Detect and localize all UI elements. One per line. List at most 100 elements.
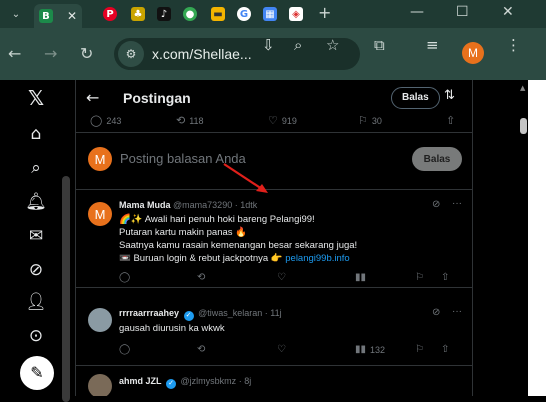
heart-icon[interactable]: ♡ bbox=[277, 344, 286, 355]
menu-icon[interactable]: ⋮ bbox=[506, 36, 521, 54]
tab-tiktok[interactable]: ♪ bbox=[152, 4, 176, 24]
window-edge bbox=[528, 80, 546, 396]
author-name[interactable]: rrrraarrraahey bbox=[119, 308, 179, 318]
reply-icon[interactable]: ◯ bbox=[119, 344, 130, 355]
profile-avatar[interactable]: M bbox=[462, 42, 484, 64]
share-icon[interactable]: ⇧ bbox=[441, 272, 449, 283]
reply-composer: M Posting balasan Anda Balas bbox=[76, 132, 472, 190]
new-tab-icon[interactable]: + bbox=[318, 3, 331, 22]
tab-gallery[interactable]: ◈ bbox=[284, 4, 308, 24]
grok-icon[interactable]: ⊘ bbox=[432, 307, 440, 318]
messages-icon[interactable]: ✉ bbox=[26, 226, 46, 246]
more-options-icon[interactable]: ··· bbox=[452, 306, 462, 317]
tab-pinterest[interactable]: P bbox=[98, 4, 122, 24]
blogger-icon: B bbox=[38, 9, 53, 23]
like-count[interactable]: ♡ 919 bbox=[268, 114, 297, 127]
close-window-icon[interactable]: ✕ bbox=[502, 4, 514, 20]
reply-post[interactable]: rrrraarrraahey ✓ @tiwas_kelaran · 11j ⊘ … bbox=[76, 298, 472, 366]
reply-input[interactable]: Posting balasan Anda bbox=[120, 151, 246, 166]
app-icon: ♣ bbox=[131, 7, 145, 21]
reply-post[interactable]: ahmd JZL ✓ @jzlmysbkmz · 8j bbox=[76, 366, 472, 396]
media-icon[interactable]: ≡ bbox=[426, 36, 439, 54]
author-handle[interactable]: @jzlmysbkmz bbox=[181, 376, 237, 386]
reply-icon[interactable]: ◯ bbox=[119, 272, 130, 283]
tab-app[interactable]: ♣ bbox=[126, 4, 150, 24]
search-icon[interactable]: ⌕ bbox=[26, 158, 46, 178]
site-settings-icon[interactable]: ⚙ bbox=[118, 41, 144, 67]
post-link[interactable]: pelangi99b.info bbox=[285, 253, 349, 264]
right-pane bbox=[474, 80, 518, 396]
post-actions: ◯ ⟲ ♡ ▮▮ ⚐ ⇧ bbox=[119, 272, 459, 286]
repost-icon[interactable]: ⟲ bbox=[197, 344, 205, 355]
minimize-icon[interactable]: — bbox=[410, 4, 424, 20]
tab-calendar[interactable]: ▦ bbox=[258, 4, 282, 24]
post-text-line: 🌈✨ Awali hari penuh hoki bareng Pelangi9… bbox=[119, 214, 315, 225]
post-actions: ◯ ⟲ ♡ ▮▮ 132 ⚐ ⇧ bbox=[119, 344, 459, 358]
grok-icon[interactable]: ⊘ bbox=[26, 260, 46, 280]
avatar[interactable]: M bbox=[88, 202, 112, 226]
main-post-stats: ◯ 243 ⟲ 118 ♡ 919 ⚐ 30 ⇧ bbox=[76, 110, 472, 130]
home-icon[interactable]: ⌂ bbox=[26, 124, 46, 144]
sidebar-scrollbar[interactable] bbox=[62, 176, 70, 402]
views-icon[interactable]: ▮▮ bbox=[355, 272, 366, 283]
zoom-icon[interactable]: ⌕ bbox=[294, 36, 302, 54]
repost-count[interactable]: ⟲ 118 bbox=[176, 114, 204, 127]
compose-post-button[interactable]: ✎ bbox=[20, 356, 54, 390]
avatar[interactable] bbox=[88, 374, 112, 396]
page-title: Postingan bbox=[123, 90, 191, 106]
google-icon: G bbox=[237, 7, 251, 21]
calendar-icon: ▦ bbox=[263, 7, 277, 21]
tab-maps[interactable]: ● bbox=[178, 4, 202, 24]
bookmark-icon[interactable]: ⚐ bbox=[415, 272, 424, 283]
address-bar[interactable]: ⚙ x.com/Shellae... bbox=[114, 38, 360, 70]
reply-count[interactable]: ◯ 243 bbox=[90, 114, 121, 127]
post-text-line: Putaran kartu makin panas 🔥 bbox=[119, 227, 248, 238]
more-options-icon[interactable]: ··· bbox=[452, 198, 462, 209]
tab-card[interactable]: ▬ bbox=[206, 4, 230, 24]
back-icon[interactable]: ← bbox=[8, 44, 21, 63]
heart-icon[interactable]: ♡ bbox=[277, 272, 286, 283]
x-sidebar: 𝕏 ⌂ ⌕ 🔔︎ ✉ ⊘ 👤︎ ⊙ ✎ bbox=[0, 80, 74, 402]
reply-post[interactable]: M Mama Muda @mama73290 · 1dtk ⊘ ··· 🌈✨ A… bbox=[76, 190, 472, 288]
post-time[interactable]: 1dtk bbox=[240, 200, 257, 210]
pinterest-icon: P bbox=[103, 7, 117, 21]
reply-submit-button[interactable]: Balas bbox=[412, 147, 462, 171]
share-icon[interactable]: ⇧ bbox=[441, 344, 449, 355]
close-icon[interactable]: ✕ bbox=[67, 9, 77, 23]
bookmark-star-icon[interactable]: ☆ bbox=[326, 36, 339, 54]
back-arrow-icon[interactable]: ← bbox=[86, 88, 99, 107]
notifications-icon[interactable]: 🔔︎ bbox=[25, 192, 47, 212]
tab-menu-icon[interactable]: ⌄ bbox=[4, 4, 28, 24]
bookmark-count[interactable]: ⚐ 30 bbox=[358, 114, 382, 127]
reload-icon[interactable]: ↻ bbox=[80, 44, 93, 63]
grok-icon[interactable]: ⊘ bbox=[432, 199, 440, 210]
avatar[interactable] bbox=[88, 308, 112, 332]
post-time[interactable]: 11j bbox=[270, 308, 281, 318]
post-time[interactable]: 8j bbox=[244, 376, 251, 386]
more-icon[interactable]: ⊙ bbox=[26, 326, 46, 346]
maximize-icon[interactable]: ☐ bbox=[456, 4, 469, 20]
x-logo-icon[interactable]: 𝕏 bbox=[26, 86, 46, 110]
author-handle[interactable]: @tiwas_kelaran bbox=[198, 308, 262, 318]
tab-active[interactable]: B ✕ bbox=[34, 4, 82, 28]
views-icon: ▮▮ bbox=[355, 344, 367, 355]
scroll-up-icon[interactable]: ▲ bbox=[520, 84, 525, 92]
author-name[interactable]: Mama Muda bbox=[119, 200, 171, 210]
share-button[interactable]: ⇧ bbox=[446, 114, 455, 127]
repost-icon: ⟲ bbox=[176, 114, 186, 127]
page-scrollbar-thumb[interactable] bbox=[520, 118, 527, 134]
header-reply-button[interactable]: Balas bbox=[391, 87, 440, 109]
author-name[interactable]: ahmd JZL bbox=[119, 376, 162, 386]
filter-icon[interactable]: ⇅ bbox=[444, 88, 455, 103]
repost-icon[interactable]: ⟲ bbox=[197, 272, 205, 283]
url-text[interactable]: x.com/Shellae... bbox=[152, 46, 252, 62]
author-handle[interactable]: @mama73290 bbox=[173, 200, 232, 210]
forward-icon[interactable]: → bbox=[44, 44, 57, 63]
profile-icon[interactable]: 👤︎ bbox=[25, 292, 47, 312]
views-count[interactable]: ▮▮ 132 bbox=[355, 344, 385, 355]
extensions-icon[interactable]: ⧉ bbox=[374, 36, 385, 54]
install-icon[interactable]: ⇩ bbox=[262, 36, 275, 54]
verified-badge-icon: ✓ bbox=[183, 311, 194, 321]
bookmark-icon[interactable]: ⚐ bbox=[415, 344, 424, 355]
tab-google[interactable]: G bbox=[232, 4, 256, 24]
